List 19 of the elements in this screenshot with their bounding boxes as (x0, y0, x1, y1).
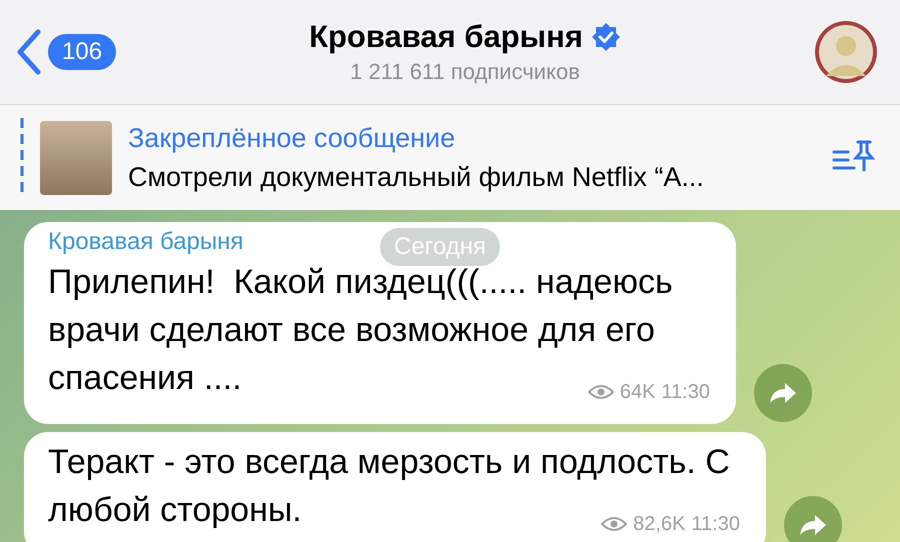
view-count: 64K (620, 380, 656, 405)
avatar-icon[interactable] (814, 20, 878, 84)
message-time: 11:30 (691, 512, 740, 537)
message-time: 11:30 (661, 380, 710, 405)
eye-icon (588, 384, 614, 400)
back-button[interactable]: 106 (16, 29, 116, 75)
subscriber-count: 1 211 611 подписчиков (350, 59, 580, 85)
share-arrow-icon (799, 513, 827, 537)
forward-button[interactable] (784, 496, 842, 542)
share-arrow-icon (769, 381, 797, 405)
unread-count-badge: 106 (48, 34, 116, 70)
view-count: 82,6K (633, 512, 686, 537)
pinned-message-label: Закреплённое сообщение (128, 122, 456, 154)
channel-title: Кровавая барыня (309, 19, 583, 55)
author-name: Кровавая барыня (48, 228, 244, 256)
pinned-message-text[interactable]: Смотрели документальный фильм Netflix “A... (128, 162, 816, 192)
chevron-left-icon (16, 29, 42, 75)
eye-icon (601, 516, 628, 532)
message-text: Теракт - это всегда мерзость и подлость. С любой стороны. 82,6K 11:30 (48, 438, 740, 534)
